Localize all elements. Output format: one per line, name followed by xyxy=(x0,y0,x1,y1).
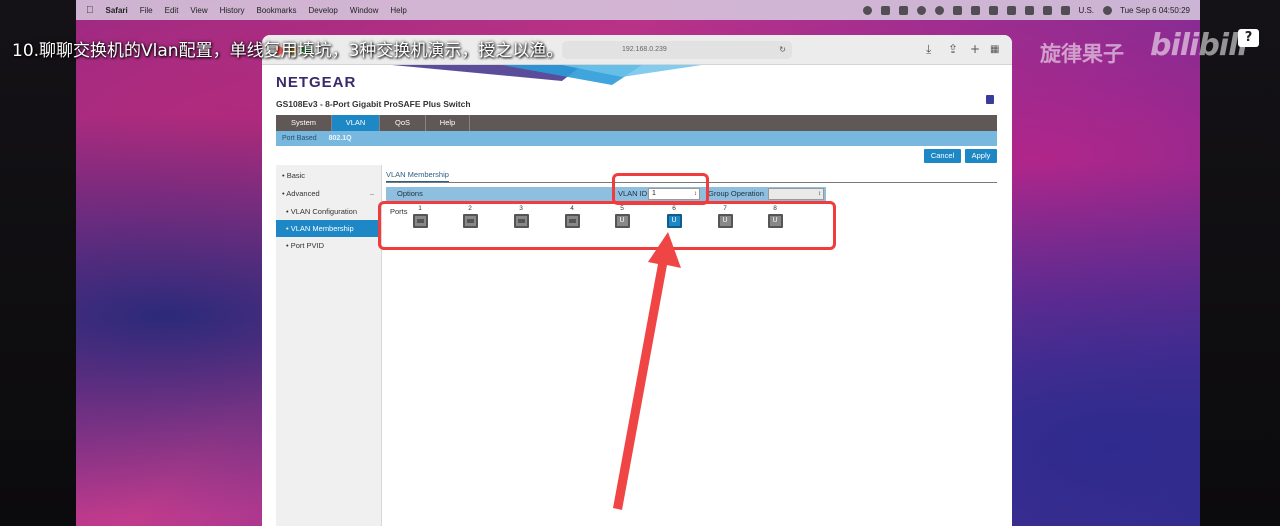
bilibili-logo: bilibili xyxy=(1150,28,1248,63)
video-title-overlay: 10.聊聊交换机的Vlan配置，单线复用填坑，3种交换机演示，授之以渔。 xyxy=(12,41,564,61)
channel-watermark: 旋律果子 xyxy=(1040,42,1124,66)
annotation-arrow xyxy=(613,232,681,510)
video-frame:  Safari File Edit View History Bookmark… xyxy=(0,0,1280,526)
help-badge[interactable]: ? xyxy=(1238,29,1259,47)
